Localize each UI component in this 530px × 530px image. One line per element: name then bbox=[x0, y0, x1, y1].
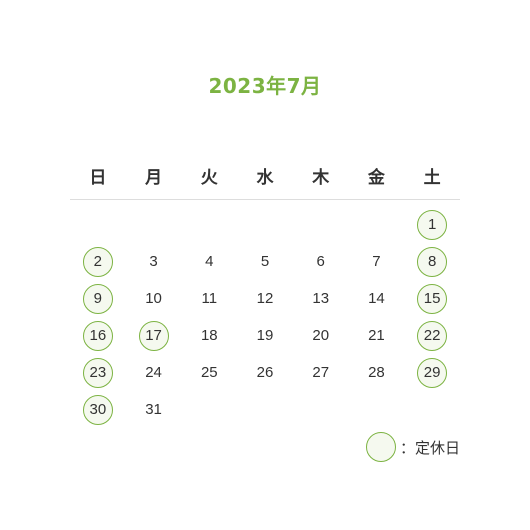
day-number: 22 bbox=[417, 320, 448, 351]
day-cell: 12 bbox=[237, 280, 293, 317]
day-cell: 21 bbox=[349, 317, 405, 354]
day-number: 11 bbox=[201, 290, 218, 307]
day-cell: 5 bbox=[237, 243, 293, 280]
weekday-thu: 木 bbox=[312, 167, 330, 188]
day-number: 3 bbox=[149, 253, 158, 270]
day-number: 21 bbox=[368, 327, 385, 344]
day-number: 28 bbox=[368, 364, 385, 381]
day-cell: 7 bbox=[349, 243, 405, 280]
weekday-header-row: 日 月 火 水 木 金 土 bbox=[70, 157, 460, 200]
day-cell-empty bbox=[349, 206, 405, 243]
day-number: 10 bbox=[145, 290, 162, 307]
day-cell-holiday: 15 bbox=[404, 280, 460, 317]
day-cell-holiday: 23 bbox=[70, 354, 126, 391]
day-number: 8 bbox=[417, 246, 448, 277]
day-number: 19 bbox=[256, 327, 274, 344]
weekday-tue: 火 bbox=[200, 167, 218, 188]
day-number: 15 bbox=[417, 283, 448, 314]
day-number: 17 bbox=[138, 320, 169, 351]
day-number: 16 bbox=[82, 320, 113, 351]
day-number: 24 bbox=[145, 364, 162, 381]
day-cell: 28 bbox=[349, 354, 405, 391]
day-number: 29 bbox=[417, 357, 448, 388]
day-cell-empty bbox=[181, 206, 237, 243]
day-cell: 26 bbox=[237, 354, 293, 391]
day-number: 31 bbox=[145, 401, 162, 418]
weekday-mon: 月 bbox=[145, 167, 163, 188]
day-number: 14 bbox=[368, 290, 385, 307]
day-number: 30 bbox=[82, 394, 113, 425]
day-cell-empty bbox=[237, 206, 293, 243]
day-cell: 3 bbox=[126, 243, 182, 280]
day-number: 13 bbox=[312, 290, 330, 307]
day-cell-holiday: 29 bbox=[404, 354, 460, 391]
day-cell-holiday: 17 bbox=[126, 317, 182, 354]
day-cell: 24 bbox=[126, 354, 182, 391]
day-cell-holiday: 2 bbox=[70, 243, 126, 280]
day-number: 27 bbox=[312, 364, 330, 381]
day-cell-holiday: 22 bbox=[404, 317, 460, 354]
holiday-legend: ：定休日 bbox=[365, 432, 460, 462]
day-number: 4 bbox=[205, 253, 214, 270]
day-number: 2 bbox=[82, 246, 113, 277]
weekday-sun: 日 bbox=[89, 167, 107, 188]
day-cell: 31 bbox=[126, 391, 182, 428]
day-cell: 27 bbox=[293, 354, 349, 391]
day-cell: 20 bbox=[293, 317, 349, 354]
day-cell: 13 bbox=[293, 280, 349, 317]
day-cell: 10 bbox=[126, 280, 182, 317]
day-number: 9 bbox=[82, 283, 113, 314]
day-cell: 14 bbox=[349, 280, 405, 317]
day-number: 26 bbox=[256, 364, 274, 381]
day-number: 18 bbox=[200, 327, 218, 344]
day-number: 5 bbox=[260, 253, 270, 270]
day-cell-holiday: 9 bbox=[70, 280, 126, 317]
day-number: 20 bbox=[312, 327, 330, 344]
day-cell-holiday: 30 bbox=[70, 391, 126, 428]
calendar-title: 2023年7月 bbox=[208, 74, 322, 98]
calendar: 日 月 火 水 木 金 土 1 2 3 4 5 6 7 8 9 10 11 12 13 14 15 16 17 1… bbox=[70, 157, 460, 428]
holiday-marker-icon bbox=[365, 432, 396, 462]
day-cell: 18 bbox=[181, 317, 237, 354]
day-cell-empty bbox=[293, 206, 349, 243]
day-cell: 25 bbox=[181, 354, 237, 391]
weekday-wed: 水 bbox=[256, 167, 274, 188]
legend-label: ：定休日 bbox=[399, 438, 460, 457]
days-grid: 1 2 3 4 5 6 7 8 9 10 11 12 13 14 15 16 17 18 19 20 21 22 23 24 2… bbox=[70, 206, 460, 428]
day-number: 1 bbox=[417, 209, 448, 240]
weekday-sat: 土 bbox=[423, 167, 441, 188]
day-cell-empty bbox=[70, 206, 126, 243]
day-cell: 19 bbox=[237, 317, 293, 354]
day-cell-holiday: 1 bbox=[404, 206, 460, 243]
day-number: 25 bbox=[200, 364, 218, 381]
day-number: 12 bbox=[256, 290, 274, 307]
day-cell-holiday: 8 bbox=[404, 243, 460, 280]
day-cell: 11 bbox=[181, 280, 237, 317]
day-number: 23 bbox=[82, 357, 113, 388]
day-number: 7 bbox=[372, 253, 381, 270]
day-cell-empty bbox=[126, 206, 182, 243]
day-cell-holiday: 16 bbox=[70, 317, 126, 354]
day-number: 6 bbox=[316, 253, 325, 270]
day-cell: 6 bbox=[293, 243, 349, 280]
day-cell: 4 bbox=[181, 243, 237, 280]
weekday-fri: 金 bbox=[367, 167, 385, 188]
